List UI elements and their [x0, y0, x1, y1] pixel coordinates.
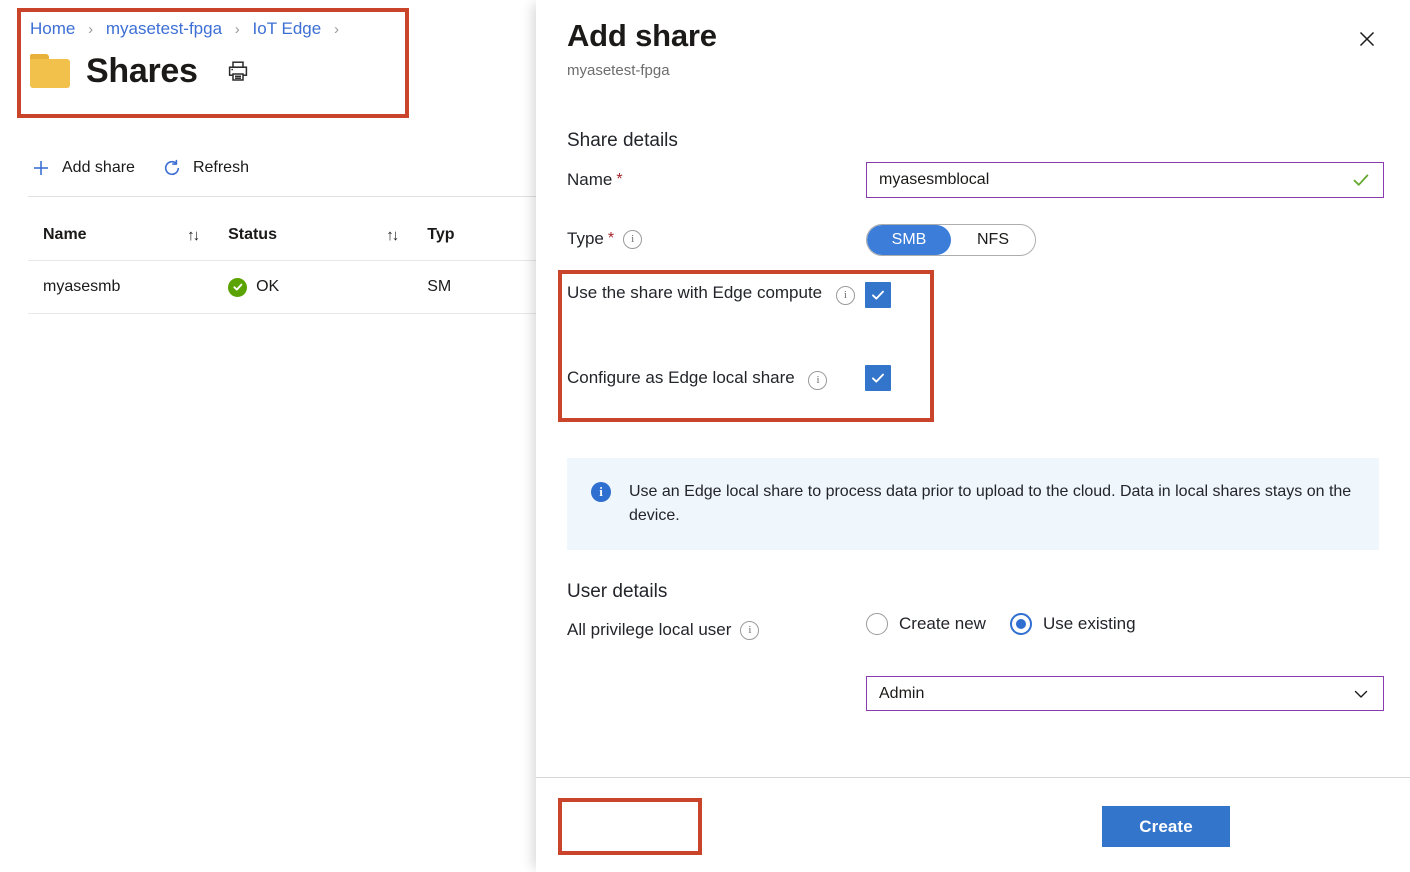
edge-compute-checkbox-row[interactable]: Use the share with Edge compute i [567, 282, 927, 308]
table-header-row: Name ↑↓ Status ↑↓ Typ [28, 210, 540, 261]
breadcrumb-item-device[interactable]: myasetest-fpga [106, 19, 222, 38]
radio-create-new-label: Create new [899, 614, 986, 633]
table-row[interactable]: myasesmb OK SM [28, 261, 540, 314]
radio-create-new[interactable]: Create new [866, 613, 986, 635]
column-header-type-label: Typ [427, 226, 455, 243]
radio-use-existing-label: Use existing [1042, 614, 1136, 633]
cell-share-status-label: OK [256, 278, 280, 295]
edge-compute-checkbox[interactable] [865, 282, 891, 308]
info-icon[interactable]: i [808, 371, 828, 390]
edge-compute-label-text: Use the share with Edge compute [567, 283, 823, 302]
info-icon[interactable]: i [835, 286, 855, 305]
info-banner: i Use an Edge local share to process dat… [567, 458, 1379, 550]
breadcrumb-separator-icon: › [88, 21, 94, 38]
share-details-heading: Share details [567, 130, 678, 151]
breadcrumb-item-home[interactable]: Home [30, 19, 75, 38]
radio-circle-icon [866, 613, 888, 635]
existing-user-select-value: Admin [879, 684, 925, 702]
breadcrumb-separator-icon: › [333, 21, 339, 38]
panel-subtitle: myasetest-fpga [567, 62, 670, 79]
shares-page: Home › myasetest-fpga › IoT Edge › Share… [0, 0, 540, 872]
plus-icon [30, 157, 52, 179]
info-banner-text: Use an Edge local share to process data … [629, 483, 1352, 524]
sort-icon[interactable]: ↑↓ [386, 227, 399, 244]
type-option-smb[interactable]: SMB [867, 225, 951, 255]
toolbar: Add share Refresh [30, 150, 275, 186]
type-option-nfs[interactable]: NFS [951, 225, 1035, 255]
cell-share-name[interactable]: myasesmb [28, 278, 228, 296]
sort-icon[interactable]: ↑↓ [187, 227, 200, 244]
shares-table: Name ↑↓ Status ↑↓ Typ myasesmb OK SM [28, 210, 540, 314]
info-icon[interactable]: i [740, 620, 760, 640]
name-label-text: Name [567, 170, 613, 189]
share-name-input[interactable] [867, 163, 1351, 197]
user-details-heading: User details [567, 581, 668, 602]
radio-circle-selected-icon [1009, 613, 1032, 635]
cell-share-type: SM [427, 278, 452, 295]
privilege-user-label: All privilege local user i [567, 620, 760, 640]
breadcrumb-item-iot-edge[interactable]: IoT Edge [253, 19, 322, 38]
required-asterisk: * [616, 171, 623, 188]
name-input-wrapper[interactable] [866, 162, 1384, 198]
title-row: Shares [30, 52, 250, 90]
breadcrumb: Home › myasetest-fpga › IoT Edge › [30, 18, 347, 41]
type-toggle-group[interactable]: SMB NFS [866, 224, 1036, 256]
name-field-label: Name * [567, 170, 623, 190]
edge-local-share-label: Configure as Edge local share i [567, 367, 828, 390]
info-filled-icon: i [591, 482, 611, 502]
cell-share-status: OK [228, 277, 427, 297]
edge-local-share-checkbox[interactable] [865, 365, 891, 391]
add-share-panel: Add share myasetest-fpga Share details N… [536, 0, 1410, 872]
refresh-icon [161, 157, 183, 179]
chevron-down-icon [1351, 684, 1371, 704]
checkmark-icon [1351, 170, 1371, 190]
printer-icon[interactable] [226, 59, 250, 83]
check-circle-icon [228, 277, 248, 297]
folder-icon [30, 54, 70, 88]
type-label-text: Type [567, 229, 604, 248]
edge-options-group: Use the share with Edge compute i Config… [567, 282, 927, 391]
page-header: Home › myasetest-fpga › IoT Edge › Share… [0, 0, 536, 130]
panel-footer-divider [536, 777, 1410, 778]
info-icon[interactable]: i [623, 229, 643, 249]
user-mode-radio-group: Create new Use existing [866, 613, 1160, 635]
panel-title: Add share [567, 18, 717, 53]
add-share-label: Add share [62, 159, 135, 176]
toolbar-divider [28, 196, 540, 197]
column-header-name[interactable]: Name ↑↓ [28, 226, 228, 244]
edge-local-share-label-text: Configure as Edge local share [567, 368, 795, 387]
privilege-user-label-text: All privilege local user [567, 620, 732, 639]
create-button[interactable]: Create [1102, 806, 1230, 847]
refresh-label: Refresh [192, 159, 249, 176]
edge-local-share-checkbox-row[interactable]: Configure as Edge local share i [567, 365, 927, 391]
column-header-type[interactable]: Typ [427, 226, 540, 244]
column-header-name-label: Name [43, 226, 87, 243]
column-header-status-label: Status [228, 226, 277, 243]
page-title: Shares [86, 52, 198, 90]
breadcrumb-separator-icon: › [234, 21, 240, 38]
close-icon[interactable] [1350, 22, 1384, 56]
radio-use-existing[interactable]: Use existing [1009, 613, 1136, 635]
edge-compute-label: Use the share with Edge compute i [567, 282, 855, 305]
refresh-button[interactable]: Refresh [161, 152, 249, 184]
required-asterisk: * [607, 230, 615, 247]
add-share-button[interactable]: Add share [30, 152, 135, 184]
type-field-label: Type * i [567, 229, 643, 249]
existing-user-select[interactable]: Admin [866, 676, 1384, 711]
column-header-status[interactable]: Status ↑↓ [228, 226, 427, 244]
